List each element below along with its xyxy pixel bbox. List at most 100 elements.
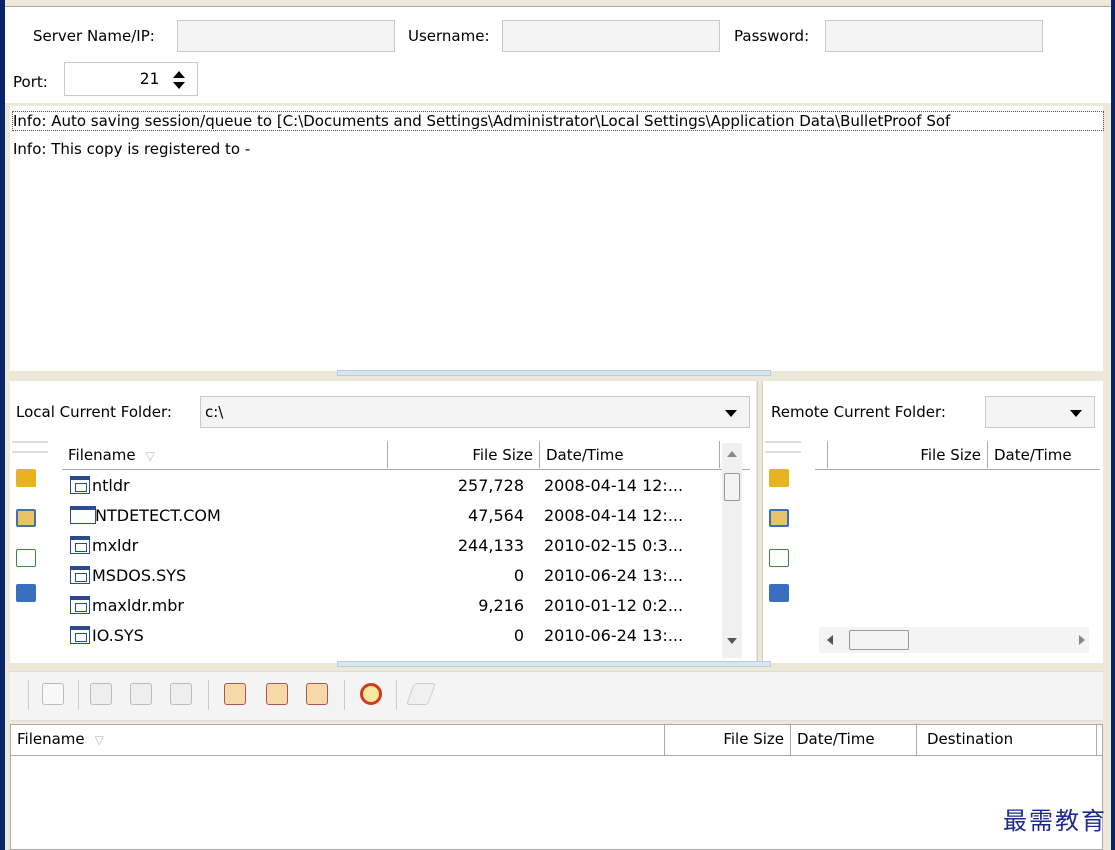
toolbar-grip xyxy=(28,680,29,710)
remote-horizontal-scrollbar[interactable] xyxy=(819,627,1089,653)
col-datetime[interactable]: Date/Time xyxy=(791,725,917,755)
local-folder-combo[interactable]: c:\ xyxy=(200,396,750,428)
queue-add-icon[interactable] xyxy=(130,683,152,705)
file-date: 2010-06-24 13:... xyxy=(544,566,684,585)
file-name: NTDETECT.COM xyxy=(95,506,221,525)
file-size: 257,728 xyxy=(457,476,524,495)
file-date: 2008-04-14 12:... xyxy=(544,476,684,495)
application-window-icon xyxy=(70,506,96,524)
scroll-thumb[interactable] xyxy=(724,473,740,501)
sort-icon: ▽ xyxy=(145,449,155,463)
log-line[interactable]: Info: Auto saving session/queue to [C:\D… xyxy=(12,111,1104,131)
spin-down-icon[interactable] xyxy=(173,82,185,89)
scroll-left-icon[interactable] xyxy=(827,635,833,645)
spin-up-icon[interactable] xyxy=(173,71,185,78)
new-folder-icon[interactable] xyxy=(769,584,789,602)
refresh-icon[interactable] xyxy=(769,549,789,567)
file-name: ntldr xyxy=(92,476,130,495)
queue-toolbar xyxy=(10,671,1103,721)
password-input[interactable] xyxy=(825,20,1043,52)
password-label: Password: xyxy=(734,27,810,45)
queue-edit-icon[interactable] xyxy=(90,683,112,705)
server-label: Server Name/IP: xyxy=(33,27,155,45)
col-destination[interactable]: Destination xyxy=(917,725,1097,755)
queue-remove-icon[interactable] xyxy=(170,683,192,705)
file-size: 244,133 xyxy=(457,536,524,555)
system-file-icon xyxy=(70,536,90,554)
divider xyxy=(344,680,345,710)
username-label: Username: xyxy=(408,27,490,45)
alarm-clock-icon[interactable] xyxy=(360,683,382,705)
username-input[interactable] xyxy=(502,20,720,52)
scroll-thumb[interactable] xyxy=(849,630,909,650)
local-vertical-scrollbar[interactable] xyxy=(722,443,742,658)
port-value: 21 xyxy=(139,69,159,88)
local-side-toolbar xyxy=(10,439,50,659)
system-file-icon xyxy=(70,476,90,494)
file-date: 2010-06-24 13:... xyxy=(544,626,684,645)
port-stepper[interactable]: 21 xyxy=(64,62,198,96)
col-filesize[interactable]: File Size xyxy=(388,441,540,468)
col-filename[interactable]: Filename ▽ xyxy=(11,725,665,755)
col-filename[interactable]: Filename ▽ xyxy=(62,441,388,468)
local-folder-value: c:\ xyxy=(205,403,224,421)
window-frame-right xyxy=(1111,0,1115,850)
file-name: maxldr.mbr xyxy=(92,596,184,615)
window-frame-left xyxy=(0,0,5,850)
connect-icon[interactable] xyxy=(42,683,64,705)
splitter-grip[interactable] xyxy=(337,370,771,376)
file-size: 9,216 xyxy=(478,596,524,615)
file-size: 47,564 xyxy=(468,506,524,525)
file-name: IO.SYS xyxy=(92,626,144,645)
scroll-down-icon[interactable] xyxy=(727,638,737,644)
system-file-icon xyxy=(70,566,90,584)
folder-search-icon[interactable] xyxy=(16,509,36,527)
watermark-text: 最需教育 xyxy=(1003,807,1107,835)
file-date: 2008-04-14 12:... xyxy=(544,506,684,525)
vertical-splitter[interactable] xyxy=(757,381,763,663)
col-datetime[interactable]: Date/Time xyxy=(988,441,1100,468)
chevron-down-icon[interactable] xyxy=(1070,410,1082,417)
transfer-icon[interactable] xyxy=(224,683,246,705)
scroll-right-icon[interactable] xyxy=(1079,635,1085,645)
system-file-icon xyxy=(70,626,90,644)
splitter-grip[interactable] xyxy=(337,661,771,667)
file-name: mxldr xyxy=(92,536,139,555)
col-datetime[interactable]: Date/Time xyxy=(540,441,720,468)
divider xyxy=(208,680,209,710)
new-folder-icon[interactable] xyxy=(16,584,36,602)
divider xyxy=(396,680,397,710)
folder-up-icon[interactable] xyxy=(16,469,36,487)
folder-go-icon[interactable] xyxy=(769,509,789,527)
local-file-header: Filename ▽ File Size Date/Time xyxy=(62,441,750,470)
toolbar-grip xyxy=(12,441,48,453)
chevron-down-icon[interactable] xyxy=(725,410,737,417)
scroll-up-icon[interactable] xyxy=(727,451,737,457)
top-tab-strip xyxy=(5,0,1111,7)
file-size: 0 xyxy=(513,566,524,585)
file-size: 0 xyxy=(513,626,524,645)
queue-header: Filename ▽ File Size Date/Time Destinatio… xyxy=(11,725,1102,756)
file-name: MSDOS.SYS xyxy=(92,566,187,585)
port-label: Port: xyxy=(13,73,48,91)
remote-folder-combo[interactable] xyxy=(985,396,1095,428)
server-input[interactable] xyxy=(177,20,395,52)
sort-icon: ▽ xyxy=(94,733,104,747)
local-panel: Local Current Folder: c:\ Filename ▽ File… xyxy=(10,381,756,663)
divider xyxy=(78,680,79,710)
remote-file-header: File Size Date/Time xyxy=(815,441,1100,470)
local-folder-label: Local Current Folder: xyxy=(16,403,172,421)
refresh-icon[interactable] xyxy=(16,549,36,567)
log-panel: Info: Auto saving session/queue to [C:\D… xyxy=(10,106,1104,371)
connection-bar: Server Name/IP: Username: Password: Port… xyxy=(5,7,1111,103)
transfer-count-icon[interactable] xyxy=(266,683,288,705)
col-filesize[interactable]: File Size xyxy=(665,725,791,755)
eraser-icon[interactable] xyxy=(405,683,437,705)
log-line[interactable]: Info: This copy is registered to - xyxy=(13,140,250,158)
transfer-all-icon[interactable] xyxy=(306,683,328,705)
remote-folder-label: Remote Current Folder: xyxy=(771,403,946,421)
col-filename-label: Filename xyxy=(68,446,136,464)
col-filesize[interactable]: File Size xyxy=(825,441,988,468)
folder-up-icon[interactable] xyxy=(769,469,789,487)
file-date: 2010-01-12 0:2... xyxy=(544,596,684,615)
